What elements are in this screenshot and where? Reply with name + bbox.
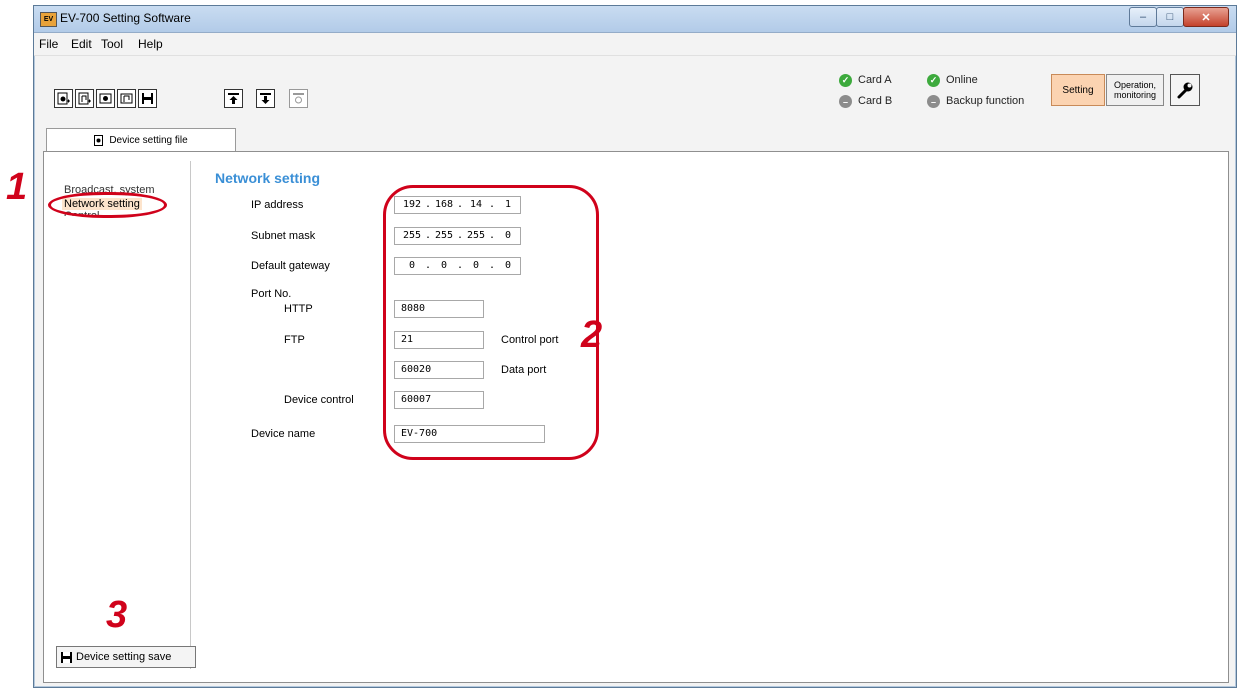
menu-tool[interactable]: Tool	[101, 37, 123, 51]
new-settings-icon[interactable]	[54, 89, 73, 108]
port-no-label: Port No.	[251, 288, 292, 300]
open-settings-icon[interactable]	[96, 89, 115, 108]
device-setting-save-button[interactable]: Device setting save	[56, 646, 196, 668]
window-title: EV-700 Setting Software	[60, 11, 191, 25]
annotation-number-1: 1	[6, 166, 28, 208]
new-program-icon[interactable]	[75, 89, 94, 108]
card-b-label: Card B	[858, 95, 893, 107]
annotation-box-2	[383, 185, 599, 460]
backup-status-icon: –	[927, 95, 940, 108]
online-status-icon: ✓	[927, 74, 940, 87]
app-window: EV EV-700 Setting Software – □ ✕ File Ed…	[33, 5, 1237, 688]
close-button[interactable]: ✕	[1183, 7, 1229, 27]
content-panel	[43, 151, 1229, 683]
title-bar[interactable]: EV EV-700 Setting Software – □ ✕	[34, 6, 1236, 33]
online-label: Online	[946, 74, 978, 86]
operation-mode-button[interactable]: Operation, monitoring	[1106, 74, 1164, 106]
save-icon[interactable]	[138, 89, 157, 108]
upload-icon[interactable]	[224, 89, 243, 108]
setting-mode-button[interactable]: Setting	[1051, 74, 1105, 106]
document-icon	[94, 135, 104, 146]
save-button-label: Device setting save	[76, 651, 172, 663]
menu-edit[interactable]: Edit	[71, 37, 92, 51]
default-gateway-label: Default gateway	[251, 260, 330, 272]
backup-label: Backup function	[946, 95, 1025, 107]
tab-device-setting-file[interactable]: Device setting file	[46, 128, 236, 152]
minimize-button[interactable]: –	[1129, 7, 1157, 27]
http-label: HTTP	[284, 303, 313, 315]
menu-file[interactable]: File	[39, 37, 58, 51]
card-b-status-icon: –	[839, 95, 852, 108]
annotation-ellipse-1	[48, 192, 167, 218]
sync-icon[interactable]	[289, 89, 308, 108]
card-a-label: Card A	[858, 74, 892, 86]
ip-address-label: IP address	[251, 199, 304, 211]
card-a-status-icon: ✓	[839, 74, 852, 87]
save-icon	[61, 651, 72, 663]
annotation-number-3: 3	[106, 594, 128, 636]
annotation-number-2: 2	[581, 314, 603, 356]
nav-divider	[190, 161, 191, 669]
device-name-label: Device name	[251, 428, 316, 440]
open-program-icon[interactable]	[117, 89, 136, 108]
wrench-icon[interactable]	[1170, 74, 1200, 106]
menu-help[interactable]: Help	[138, 37, 163, 51]
download-icon[interactable]	[256, 89, 275, 108]
tab-label: Device setting file	[109, 135, 188, 146]
app-icon: EV	[40, 12, 57, 27]
ftp-label: FTP	[284, 334, 305, 346]
device-control-label: Device control	[284, 394, 354, 406]
menu-bar: File Edit Tool Help	[34, 33, 1236, 56]
subnet-mask-label: Subnet mask	[251, 230, 316, 242]
section-title: Network setting	[215, 170, 321, 186]
maximize-button[interactable]: □	[1156, 7, 1184, 27]
